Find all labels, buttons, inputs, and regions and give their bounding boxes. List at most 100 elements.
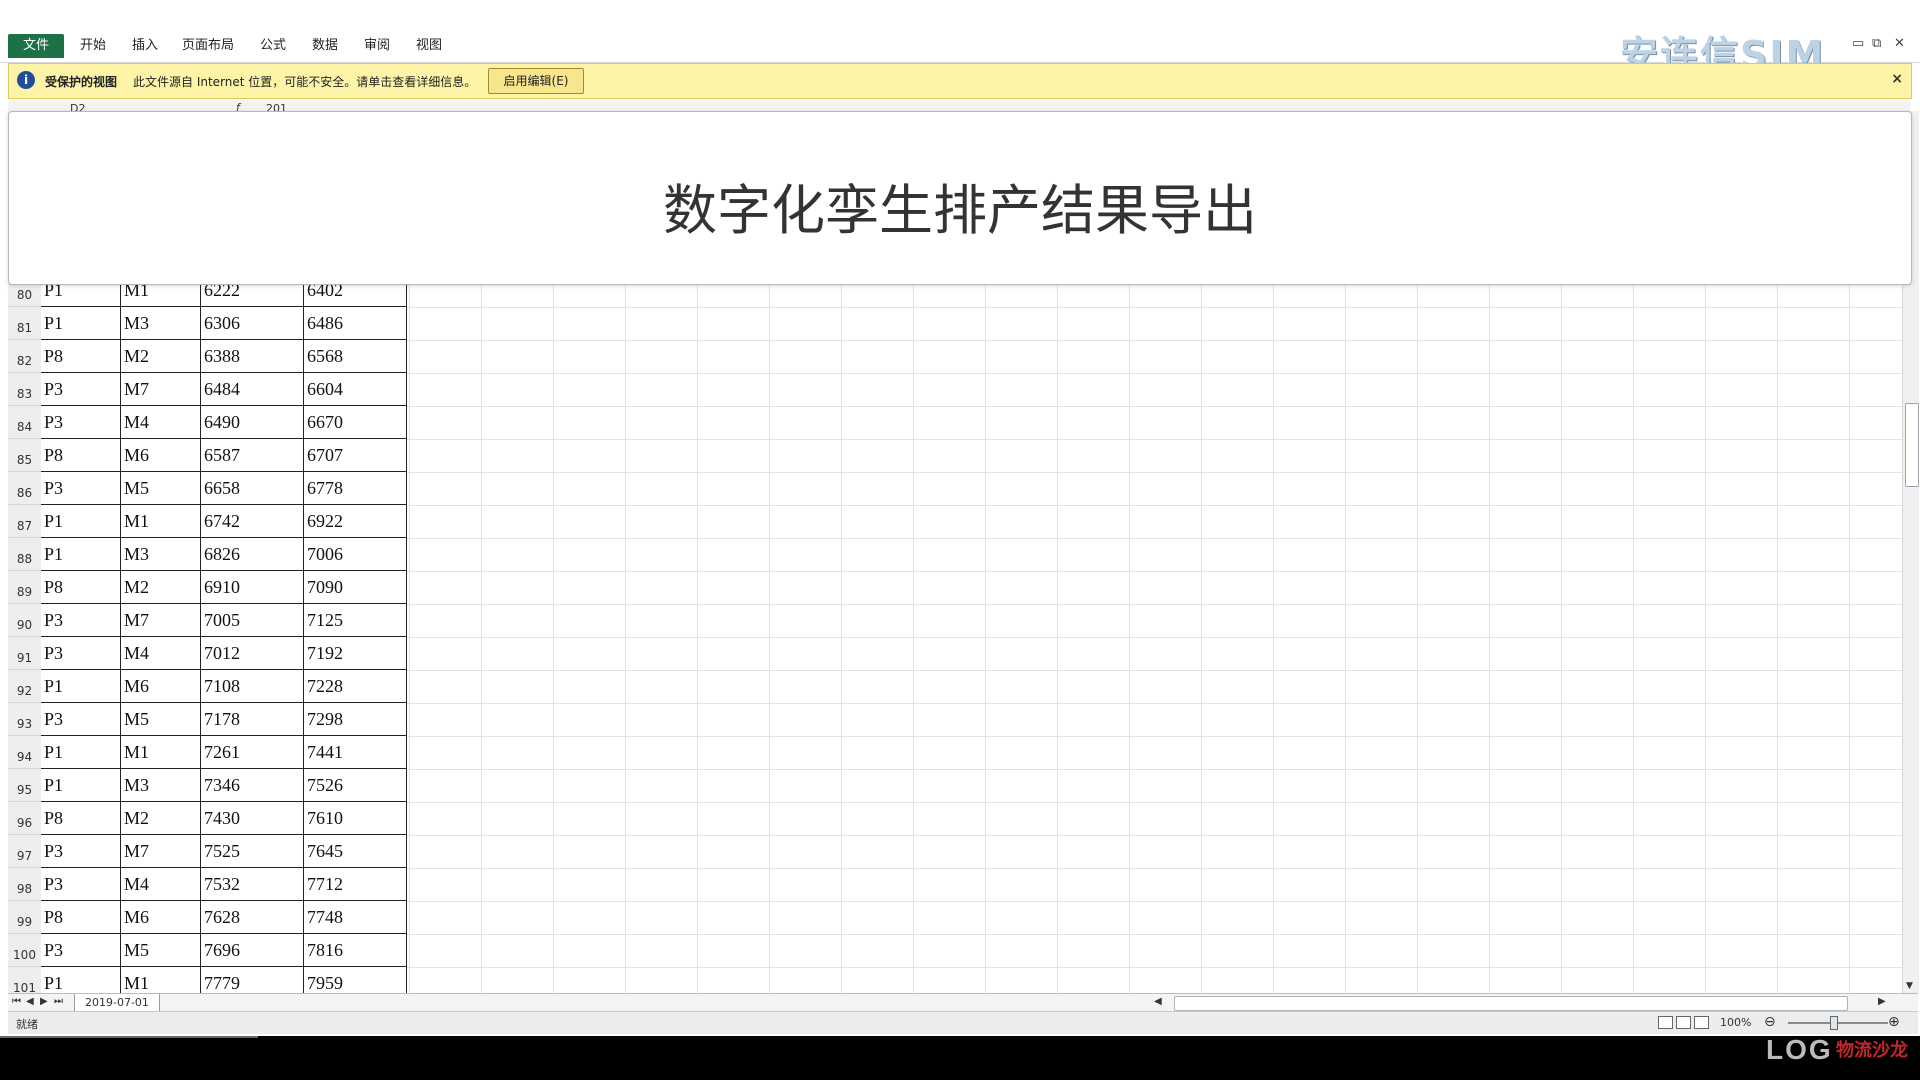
row-header[interactable]: 81 [8,307,41,340]
table-cell[interactable]: M5 [121,703,201,736]
last-sheet-icon[interactable]: ⏭ [54,996,63,1007]
close-window-icon[interactable]: ✕ [1894,36,1905,51]
table-cell[interactable]: P3 [41,373,121,406]
table-cell[interactable]: M2 [121,802,201,835]
table-cell[interactable]: P3 [41,868,121,901]
table-cell[interactable]: 6604 [304,373,407,406]
table-cell[interactable]: 6778 [304,472,407,505]
row-header[interactable]: 91 [8,637,41,670]
table-cell[interactable]: 6922 [304,505,407,538]
table-cell[interactable]: 7816 [304,934,407,967]
table-cell[interactable]: P1 [41,538,121,571]
table-cell[interactable]: 6486 [304,307,407,340]
restore-icon[interactable]: ⧉ [1872,36,1881,51]
next-sheet-icon[interactable]: ▶ [40,996,48,1007]
table-cell[interactable]: M6 [121,670,201,703]
horizontal-scrollbar[interactable] [1174,996,1848,1011]
tab-insert[interactable]: 插入 [126,34,164,58]
table-cell[interactable]: 7441 [304,736,407,769]
table-cell[interactable]: 6910 [201,571,304,604]
table-cell[interactable]: M3 [121,307,201,340]
vertical-scroll-thumb[interactable] [1905,403,1919,487]
table-cell[interactable]: M3 [121,538,201,571]
minimize-icon[interactable]: ▭ [1852,36,1864,51]
table-cell[interactable]: M2 [121,340,201,373]
table-cell[interactable]: 7261 [201,736,304,769]
table-cell[interactable]: M6 [121,439,201,472]
table-cell[interactable]: 6670 [304,406,407,439]
table-cell[interactable]: 6490 [201,406,304,439]
table-cell[interactable]: 7748 [304,901,407,934]
table-cell[interactable]: 7712 [304,868,407,901]
table-cell[interactable]: 6306 [201,307,304,340]
table-cell[interactable]: P3 [41,604,121,637]
row-header[interactable]: 95 [8,769,41,802]
table-cell[interactable]: P8 [41,802,121,835]
table-cell[interactable]: 6388 [201,340,304,373]
row-header[interactable]: 101 [8,967,41,993]
protected-view-message[interactable]: 此文件源自 Internet 位置，可能不安全。请单击查看详细信息。 [133,73,476,90]
zoom-slider[interactable] [1788,1022,1888,1024]
table-cell[interactable]: P8 [41,901,121,934]
table-cell[interactable]: 7178 [201,703,304,736]
table-cell[interactable]: P3 [41,472,121,505]
table-cell[interactable]: M6 [121,901,201,934]
first-sheet-icon[interactable]: ⏮ [12,996,21,1007]
table-cell[interactable]: P8 [41,439,121,472]
row-header[interactable]: 100 [8,934,41,967]
table-cell[interactable]: 7696 [201,934,304,967]
scroll-right-icon[interactable]: ▶ [1878,996,1886,1007]
table-cell[interactable]: M7 [121,835,201,868]
table-cell[interactable]: M4 [121,868,201,901]
row-header[interactable]: 82 [8,340,41,373]
table-cell[interactable]: 7645 [304,835,407,868]
table-cell[interactable]: 7006 [304,538,407,571]
table-cell[interactable]: P3 [41,835,121,868]
table-cell[interactable]: P8 [41,571,121,604]
table-cell[interactable]: 7526 [304,769,407,802]
row-header[interactable]: 97 [8,835,41,868]
row-header[interactable]: 99 [8,901,41,934]
table-cell[interactable]: 7610 [304,802,407,835]
table-cell[interactable]: M3 [121,769,201,802]
table-cell[interactable]: M4 [121,637,201,670]
tab-formulas[interactable]: 公式 [254,34,292,58]
table-cell[interactable]: P1 [41,769,121,802]
table-cell[interactable]: 6826 [201,538,304,571]
enable-editing-button[interactable]: 启用编辑(E) [488,68,584,94]
row-header[interactable]: 98 [8,868,41,901]
table-cell[interactable]: 7430 [201,802,304,835]
table-cell[interactable]: P3 [41,703,121,736]
row-header[interactable]: 93 [8,703,41,736]
table-cell[interactable]: M2 [121,571,201,604]
table-cell[interactable]: 7192 [304,637,407,670]
table-cell[interactable]: M5 [121,472,201,505]
table-cell[interactable]: 7012 [201,637,304,670]
table-cell[interactable]: 6658 [201,472,304,505]
table-cell[interactable]: M5 [121,934,201,967]
table-cell[interactable]: 7108 [201,670,304,703]
scroll-down-icon[interactable]: ▼ [1906,981,1913,991]
scroll-left-icon[interactable]: ◀ [1154,996,1162,1007]
table-cell[interactable]: M1 [121,736,201,769]
normal-view-icon[interactable] [1658,1016,1673,1029]
row-header[interactable]: 86 [8,472,41,505]
table-cell[interactable]: M7 [121,604,201,637]
page-layout-view-icon[interactable] [1676,1016,1691,1029]
row-header[interactable]: 80 [8,283,41,307]
table-cell[interactable]: P1 [41,307,121,340]
tab-file[interactable]: 文件 [8,34,64,58]
table-cell[interactable]: 7005 [201,604,304,637]
row-header[interactable]: 96 [8,802,41,835]
table-cell[interactable]: M4 [121,406,201,439]
table-cell[interactable]: 6742 [201,505,304,538]
table-cell[interactable]: 6587 [201,439,304,472]
table-cell[interactable]: 7525 [201,835,304,868]
table-cell[interactable]: P1 [41,505,121,538]
row-header[interactable]: 84 [8,406,41,439]
zoom-slider-knob[interactable] [1830,1016,1838,1030]
table-cell[interactable]: M7 [121,373,201,406]
table-cell[interactable]: 7090 [304,571,407,604]
table-cell[interactable]: 6707 [304,439,407,472]
row-header[interactable]: 88 [8,538,41,571]
